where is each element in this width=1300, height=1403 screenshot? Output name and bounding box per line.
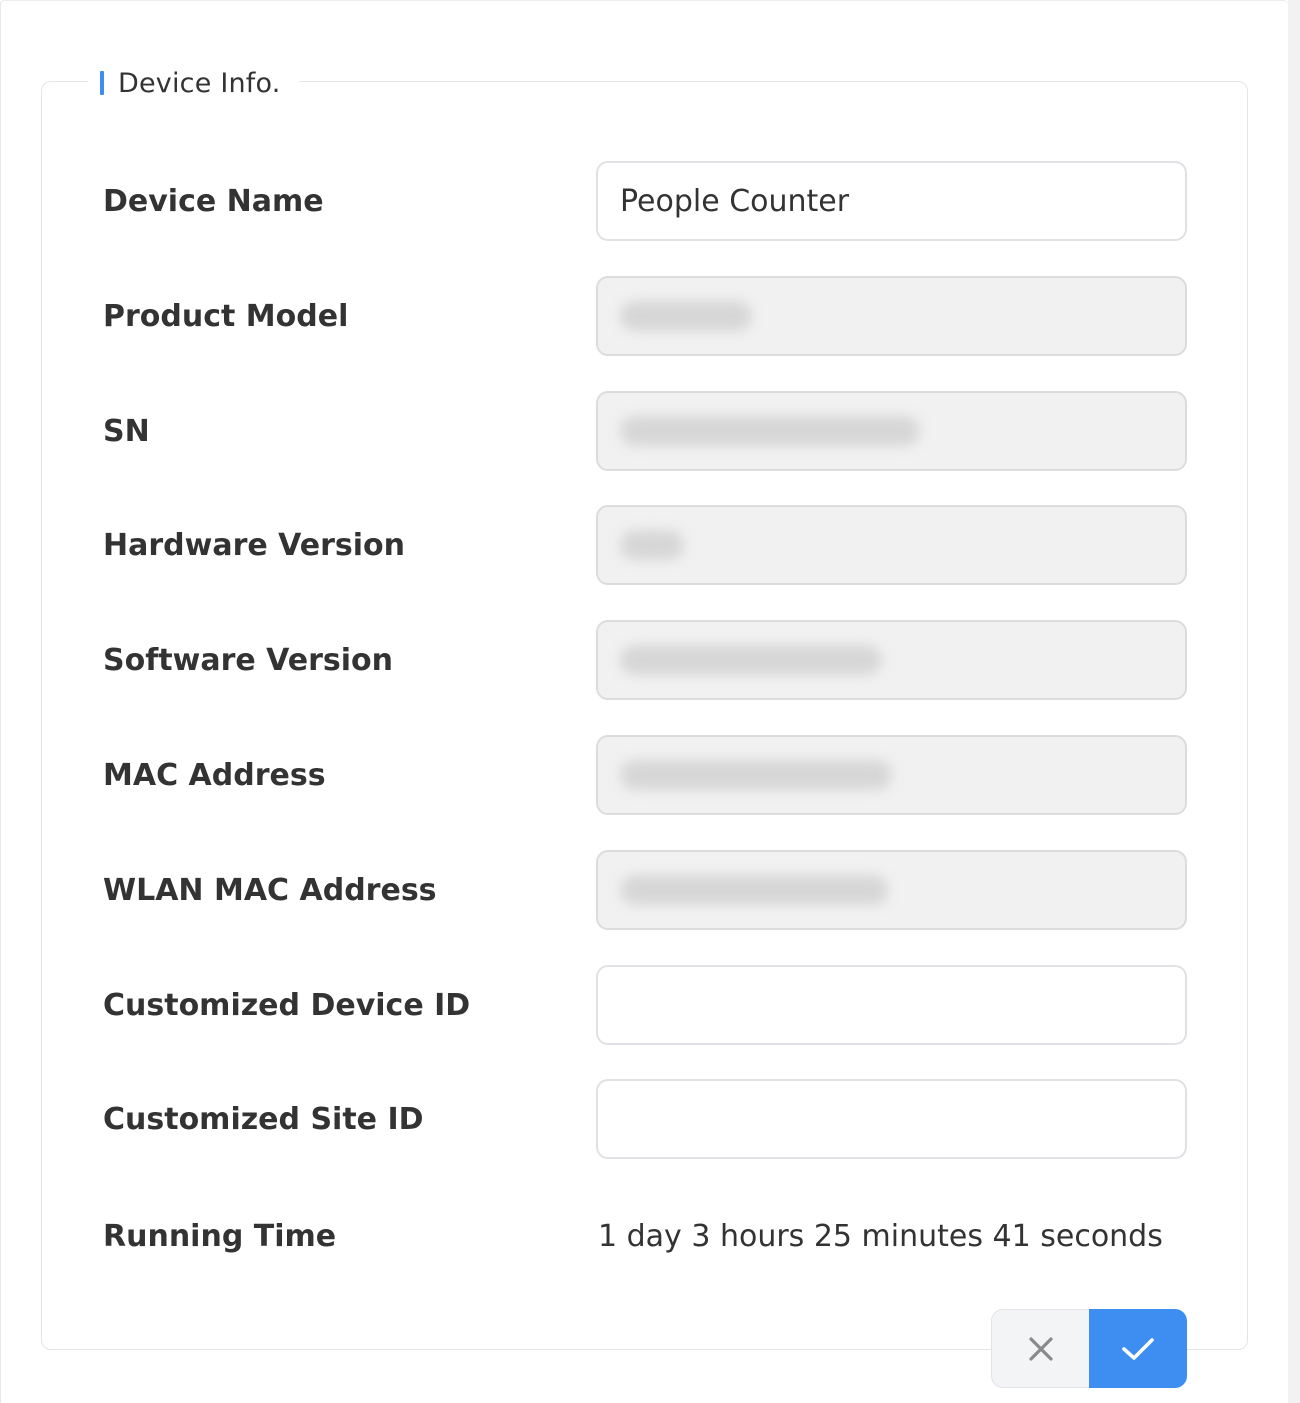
customized-device-id-label: Customized Device ID [103, 987, 471, 1023]
row-software-version: Software Version [0, 620, 1300, 700]
hardware-version-label: Hardware Version [103, 527, 405, 563]
customized-device-id-input[interactable] [596, 965, 1187, 1045]
redacted-value [620, 301, 752, 331]
row-customized-device-id: Customized Device ID [0, 965, 1300, 1045]
software-version-field [596, 620, 1187, 700]
product-model-field [596, 276, 1187, 356]
sn-field [596, 391, 1187, 471]
redacted-value [620, 530, 684, 560]
mac-address-field [596, 735, 1187, 815]
mac-address-label: MAC Address [103, 757, 326, 793]
row-device-name: Device Name People Counter [0, 161, 1300, 241]
cancel-button[interactable] [991, 1309, 1089, 1388]
close-icon [1028, 1336, 1053, 1361]
row-running-time: Running Time 1 day 3 hours 25 minutes 41… [0, 1196, 1300, 1276]
device-name-input[interactable]: People Counter [596, 161, 1187, 241]
row-wlan-mac-address: WLAN MAC Address [0, 850, 1300, 930]
row-customized-site-id: Customized Site ID [0, 1079, 1300, 1159]
redacted-value [620, 416, 920, 446]
row-mac-address: MAC Address [0, 735, 1300, 815]
row-hardware-version: Hardware Version [0, 505, 1300, 585]
product-model-label: Product Model [103, 298, 349, 334]
redacted-value [620, 760, 892, 790]
wlan-mac-address-label: WLAN MAC Address [103, 872, 437, 908]
device-name-label: Device Name [103, 183, 324, 219]
hardware-version-field [596, 505, 1187, 585]
section-legend: Device Info. [88, 66, 299, 100]
running-time-value: 1 day 3 hours 25 minutes 41 seconds [598, 1218, 1163, 1254]
customized-site-id-input[interactable] [596, 1079, 1187, 1159]
running-time-label: Running Time [103, 1218, 337, 1254]
sn-label: SN [103, 413, 150, 449]
section-accent-bar [100, 71, 104, 95]
redacted-value [620, 645, 882, 675]
row-product-model: Product Model [0, 276, 1300, 356]
wlan-mac-address-field [596, 850, 1187, 930]
row-sn: SN [0, 391, 1300, 471]
redacted-value [620, 875, 888, 905]
check-icon [1122, 1337, 1154, 1360]
software-version-label: Software Version [103, 642, 393, 678]
confirm-button[interactable] [1089, 1309, 1187, 1388]
device-info-fieldset [41, 81, 1248, 1350]
section-title: Device Info. [118, 67, 281, 99]
customized-site-id-label: Customized Site ID [103, 1101, 424, 1137]
